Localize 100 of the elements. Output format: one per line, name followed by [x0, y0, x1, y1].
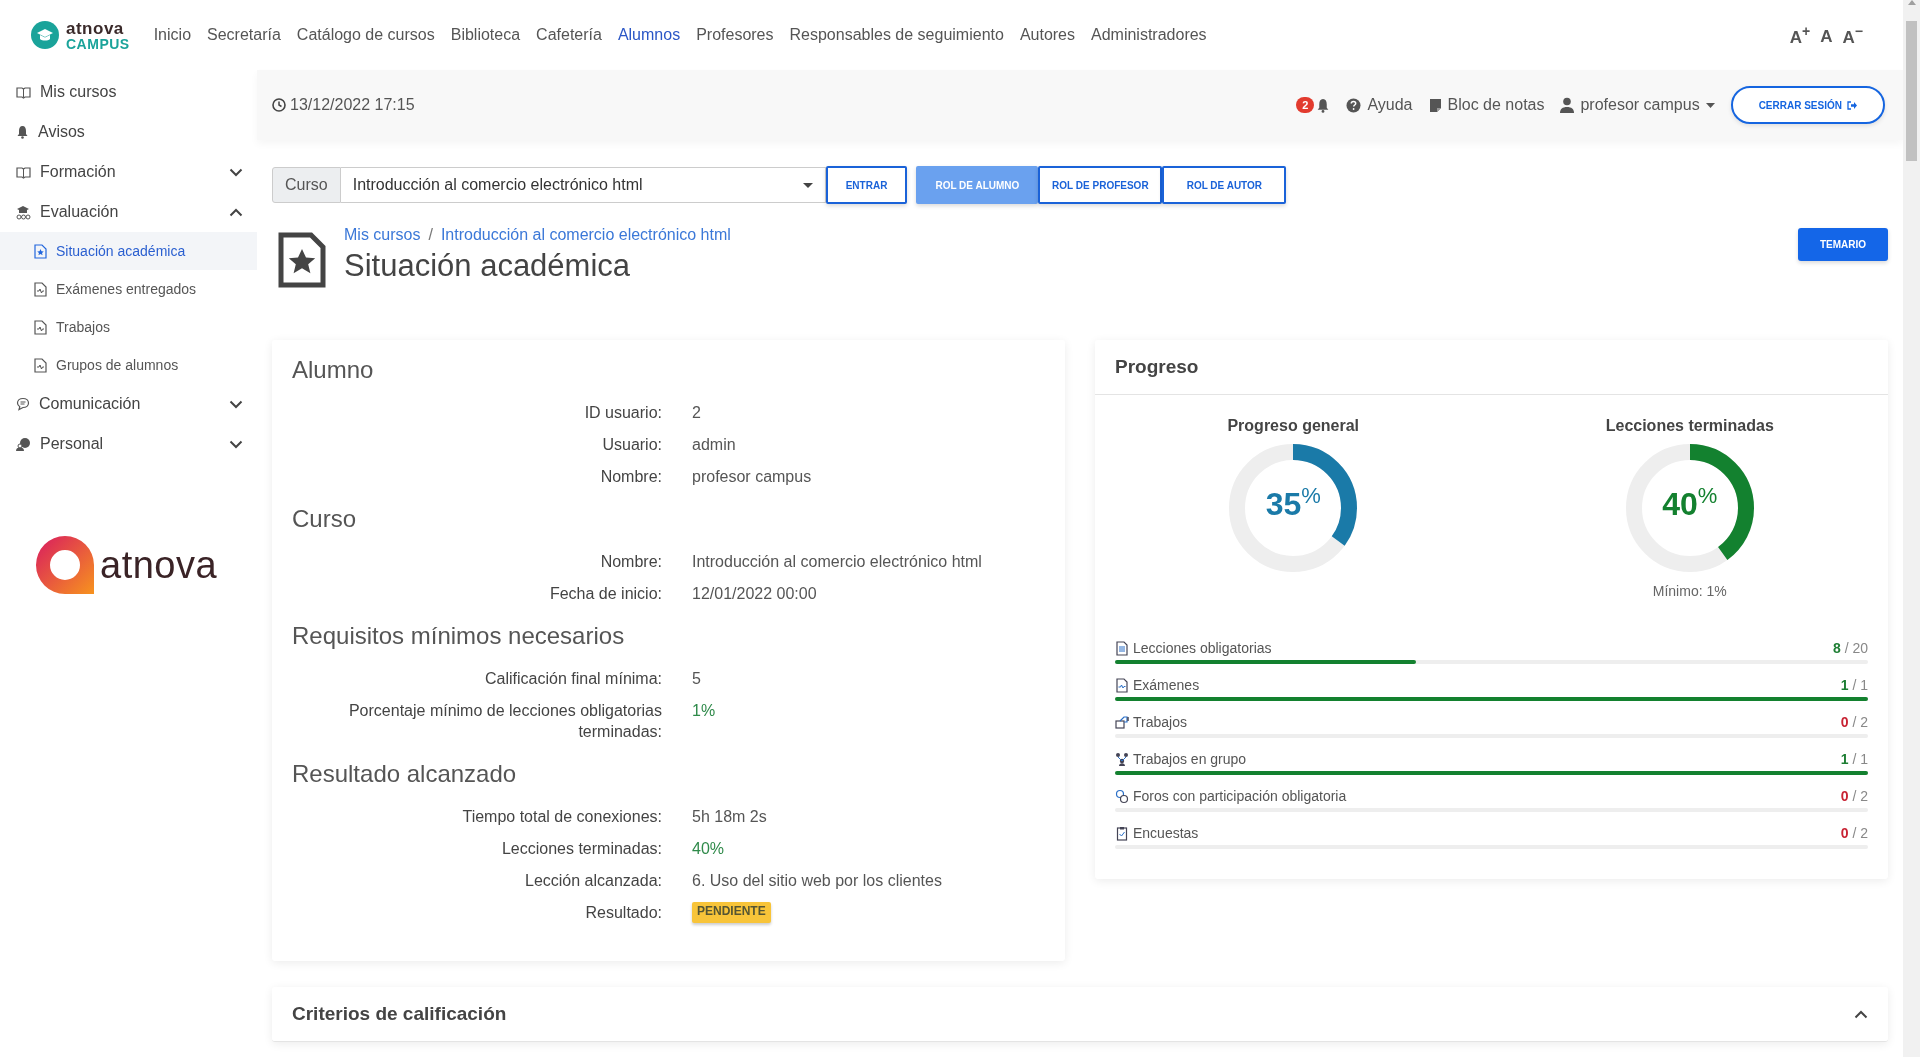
sidebar-subitem[interactable]: Situación académica [0, 232, 257, 270]
field-label: Fecha de inicio: [548, 584, 662, 604]
document-icon [1115, 640, 1129, 656]
sidebar-item[interactable]: Formación [40, 163, 220, 181]
brand-product: CAMPUS [66, 36, 130, 51]
nav-link[interactable]: Biblioteca [450, 26, 521, 44]
user-menu[interactable]: profesor campus [1580, 96, 1700, 114]
document-icon [1115, 677, 1129, 693]
chevron-down-icon[interactable] [229, 167, 243, 177]
sidebar-item[interactable]: Avisos [38, 123, 243, 141]
gauge-note: Mínimo: 1% [1652, 583, 1727, 599]
field-label: Nombre: [599, 467, 662, 487]
field-value: 5 [692, 669, 702, 689]
section-heading: Resultado alcanzado [292, 759, 518, 788]
logout-button[interactable]: CERRAR SESIÓN [1730, 86, 1885, 124]
nav-link[interactable]: Catálogo de cursos [296, 26, 435, 44]
globe-person-icon [16, 437, 31, 451]
sidebar-subitem[interactable]: Exámenes entregados [0, 270, 257, 308]
field-value: Introducción al comercio electrónico html [692, 552, 983, 572]
brand-name: atnova [66, 19, 125, 37]
logo-icon [30, 20, 60, 50]
nav-link[interactable]: Responsables de seguimiento [789, 26, 1004, 44]
document-icon [34, 319, 47, 335]
folder-share-icon [1115, 714, 1129, 730]
note-icon [1428, 97, 1442, 113]
progress-label: Foros con participación obligatoria [1133, 788, 1347, 804]
chevron-down-icon[interactable] [229, 439, 243, 449]
field-label: Lecciones terminadas: [500, 839, 662, 859]
progress-count: 8 / 20 [1832, 640, 1868, 656]
progress-label: Trabajos en grupo [1133, 751, 1247, 767]
syllabus-button[interactable]: TEMARIO [1797, 228, 1888, 261]
page-title: Situación académica [344, 248, 632, 284]
sidebar-subitem[interactable]: Trabajos [0, 308, 257, 346]
card-title: Criterios de calificación [292, 1003, 507, 1025]
progress-label: Exámenes [1133, 677, 1200, 693]
document-star-icon [278, 232, 326, 288]
help-link[interactable]: Ayuda [1367, 96, 1413, 114]
field-value: profesor campus [692, 467, 813, 487]
course-label: Curso [272, 167, 341, 203]
nav-link[interactable]: Secretaría [207, 26, 281, 44]
chevron-up-icon[interactable] [1854, 1009, 1868, 1019]
card-title: Progreso [1095, 340, 1888, 395]
progress-label: Encuestas [1133, 825, 1199, 841]
document-icon [34, 281, 47, 297]
logo-icon [34, 534, 96, 596]
user-icon [1560, 97, 1575, 113]
course-select[interactable]: Introducción al comercio electrónico html [340, 167, 826, 203]
document-icon [34, 357, 47, 373]
nav-link[interactable]: Profesores [696, 26, 774, 44]
section-heading: Requisitos mínimos necesarios [292, 621, 626, 650]
nav-link[interactable]: Inicio [153, 26, 192, 44]
caret-icon [802, 182, 813, 188]
sidebar-item[interactable]: Comunicación [39, 395, 220, 413]
bell-icon [16, 125, 29, 139]
enter-button[interactable]: ENTRAR [825, 166, 908, 204]
font-size-button[interactable]: A$^{−}$ [1842, 22, 1863, 48]
chevron-down-icon[interactable] [229, 399, 243, 409]
font-size-button[interactable]: A$^{+}$ [1789, 22, 1811, 48]
nav-link[interactable]: Administradores [1091, 26, 1207, 44]
field-value: admin [692, 435, 737, 455]
field-value: 5h 18m 2s [692, 807, 768, 827]
chevron-up-icon[interactable] [229, 207, 243, 217]
gauge-value: 35$^{%}$ [1265, 485, 1321, 522]
field-label: Usuario: [601, 435, 662, 455]
chat-icon [16, 397, 30, 411]
field-label: Nombre: [599, 552, 662, 572]
nav-link[interactable]: Alumnos [617, 26, 681, 44]
progress-label: Lecciones obligatorias [1133, 640, 1272, 656]
graduation-icon [16, 204, 31, 220]
progress-count: 0 / 2 [1840, 714, 1868, 730]
status-badge: PENDIENTE [692, 902, 771, 923]
section-heading: Alumno [292, 355, 375, 384]
nav-link[interactable]: Autores [1019, 26, 1075, 44]
sidebar-subitem[interactable]: Grupos de alumnos [0, 346, 257, 384]
field-label: Resultado: [584, 903, 662, 923]
role-button[interactable]: ROL DE PROFESOR [1038, 166, 1163, 204]
bell-icon[interactable] [1316, 97, 1331, 113]
progress-count: 0 / 2 [1840, 788, 1868, 804]
sidebar-item[interactable]: Mis cursos [40, 83, 243, 101]
document-icon [34, 243, 47, 259]
field-value: 1% [692, 701, 717, 721]
people-icon [1115, 751, 1129, 767]
field-value: 12/01/2022 00:00 [692, 584, 818, 604]
field-label: Calificación final mínima: [484, 669, 662, 689]
sidebar-item[interactable]: Personal [40, 435, 220, 453]
font-size-button[interactable]: A [1820, 27, 1833, 48]
date-time: 13/12/2022 17:15 [290, 96, 415, 114]
role-button[interactable]: ROL DE AUTOR [1162, 166, 1287, 204]
field-value: 6. Uso del sitio web por los clientes [692, 871, 943, 891]
sidebar-item[interactable]: Evaluación [40, 203, 220, 221]
caret-icon [1705, 102, 1715, 108]
breadcrumb-link[interactable]: Introducción al comercio electrónico html [440, 226, 731, 244]
nav-link[interactable]: Cafetería [536, 26, 602, 44]
logo-text: atnova [100, 543, 218, 587]
breadcrumb-link[interactable]: Mis cursos [344, 226, 421, 244]
breadcrumb-separator: / [428, 226, 433, 244]
scrollbar-thumb[interactable] [1906, 21, 1917, 161]
gauge-value: 40$^{%}$ [1662, 485, 1718, 522]
notes-link[interactable]: Bloc de notas [1447, 96, 1545, 114]
progress-count: 1 / 1 [1840, 751, 1868, 767]
